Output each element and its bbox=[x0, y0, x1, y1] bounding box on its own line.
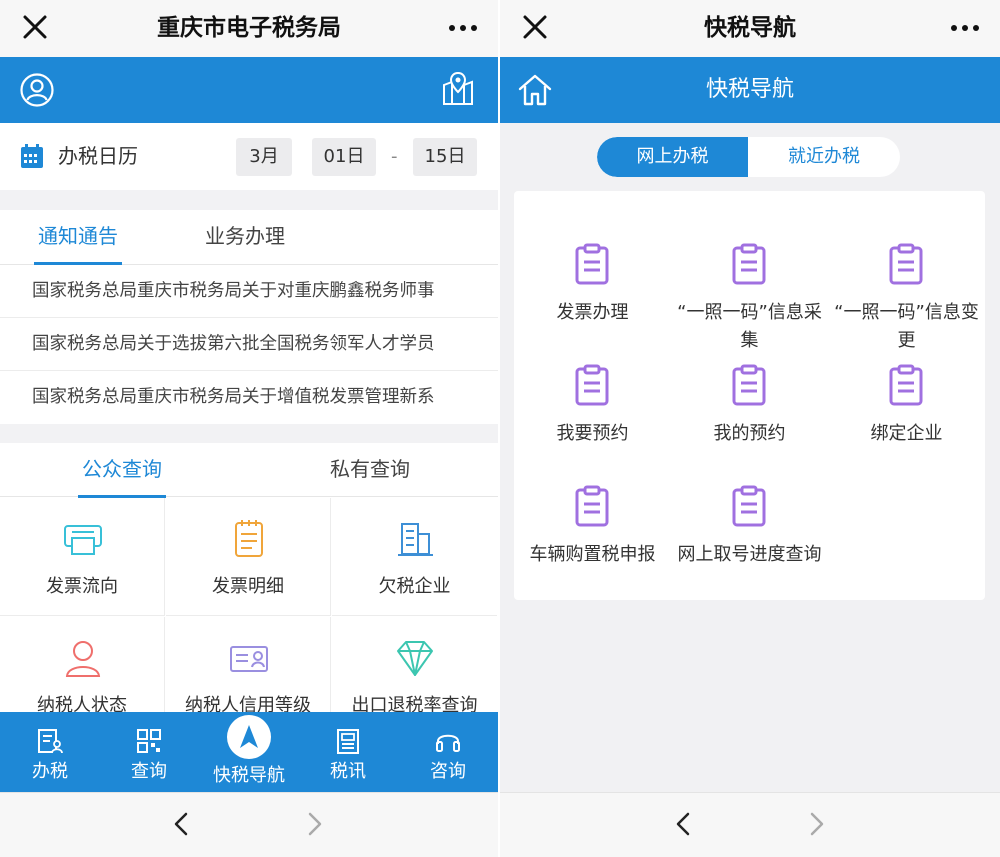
clipboard-icon bbox=[732, 364, 766, 406]
nav-item-label: 绑定企业 bbox=[870, 423, 943, 444]
nav-item-label: “一照一码”信息变更 bbox=[834, 302, 979, 351]
tab-bar-label: 办税 bbox=[32, 761, 68, 782]
nav-item-label: 网上取号进度查询 bbox=[677, 544, 822, 565]
clipboard-icon bbox=[889, 364, 923, 406]
nav-item-label: 车辆购置税申报 bbox=[529, 544, 656, 565]
query-item-tax-arrears[interactable]: 欠税企业 bbox=[332, 498, 497, 616]
id-card-icon bbox=[230, 646, 268, 672]
query-item-invoice-flow[interactable]: 发票流向 bbox=[0, 498, 165, 616]
nav-item-label: 我的预约 bbox=[713, 423, 786, 444]
window-title: 快税导航 bbox=[704, 15, 796, 41]
segmented-control: 网上办税 就近办税 bbox=[597, 137, 900, 177]
clipboard-icon bbox=[575, 364, 609, 406]
quick-nav-circle bbox=[227, 715, 271, 759]
query-card: 公众查询 私有查询 发票流向 发票明细 欠税企业 纳税人状态 纳税人信用等级 出… bbox=[0, 443, 498, 743]
tab-bar-item-quick-nav[interactable]: 快税导航 bbox=[199, 712, 299, 792]
user-icon[interactable] bbox=[19, 72, 55, 108]
calendar-label: 办税日历 bbox=[58, 144, 138, 168]
clipboard-icon bbox=[575, 243, 609, 285]
nav-item-label: 发票办理 bbox=[556, 302, 629, 323]
map-location-icon[interactable] bbox=[441, 71, 475, 107]
diamond-icon bbox=[397, 641, 433, 676]
forward-chevron-icon[interactable] bbox=[804, 811, 828, 837]
tax-calendar-row: 办税日历 3月 01日 - 15日 bbox=[0, 123, 498, 190]
month-select[interactable]: 3月 bbox=[236, 138, 292, 176]
header-title: 快税导航 bbox=[705, 77, 794, 102]
tab-bar-item-tax[interactable]: 办税 bbox=[0, 712, 100, 792]
right-screen: 快税导航 快税导航 网上办税 就近办税 发票办理 “一照一码”信息采集 “一照一… bbox=[500, 0, 1000, 857]
more-icon[interactable] bbox=[948, 14, 982, 42]
back-chevron-icon[interactable] bbox=[170, 811, 194, 837]
tab-private-query[interactable]: 私有查询 bbox=[330, 443, 410, 498]
newspaper-icon bbox=[337, 729, 359, 754]
nav-grid: 发票办理 “一照一码”信息采集 “一照一码”信息变更 我要预约 我的预约 绑定企… bbox=[514, 191, 985, 600]
back-chevron-icon[interactable] bbox=[672, 811, 696, 837]
document-person-icon bbox=[38, 729, 63, 754]
segment-nearby-tax[interactable]: 就近办税 bbox=[748, 137, 900, 177]
printer-icon bbox=[64, 525, 102, 555]
segment-online-tax[interactable]: 网上办税 bbox=[597, 137, 748, 177]
date-separator: - bbox=[391, 146, 398, 167]
nav-item-label: “一照一码”信息采集 bbox=[677, 302, 822, 351]
notice-item[interactable]: 国家税务总局重庆市税务局关于对重庆鹏鑫税务师事 bbox=[0, 265, 498, 318]
tab-bar-label: 查询 bbox=[131, 761, 167, 782]
query-label: 欠税企业 bbox=[378, 576, 451, 597]
browser-nav-bar bbox=[500, 792, 1000, 857]
calendar-icon bbox=[21, 144, 43, 168]
bottom-tab-bar: 办税 查询 快税导航 税讯 咨询 bbox=[0, 712, 498, 792]
clipboard-icon bbox=[889, 243, 923, 285]
tab-bar-label: 咨询 bbox=[430, 761, 466, 782]
browser-nav-bar bbox=[0, 792, 498, 857]
nav-item-label: 我要预约 bbox=[556, 423, 629, 444]
notice-card: 通知通告 业务办理 国家税务总局重庆市税务局关于对重庆鹏鑫税务师事 国家税务总局… bbox=[0, 210, 498, 424]
tab-bar-label: 快税导航 bbox=[213, 765, 285, 786]
title-bar: 快税导航 bbox=[500, 0, 1000, 57]
query-tabs: 公众查询 私有查询 bbox=[0, 443, 498, 498]
notice-tabs: 通知通告 业务办理 bbox=[0, 210, 498, 265]
header-band bbox=[0, 57, 498, 123]
notice-item[interactable]: 国家税务总局重庆市税务局关于增值税发票管理新系 bbox=[0, 371, 498, 424]
person-icon bbox=[65, 641, 101, 677]
qr-code-icon bbox=[137, 729, 161, 753]
clipboard-icon bbox=[575, 485, 609, 527]
tab-public-query[interactable]: 公众查询 bbox=[78, 443, 166, 498]
left-screen: 重庆市电子税务局 办税日历 3月 01日 - 15日 通知通告 业务办理 国家税… bbox=[0, 0, 498, 857]
header-band: 快税导航 bbox=[500, 57, 1000, 123]
end-day-select[interactable]: 15日 bbox=[413, 138, 477, 176]
navigation-arrow-icon bbox=[240, 725, 258, 748]
building-icon bbox=[398, 523, 433, 556]
query-label: 发票流向 bbox=[46, 576, 118, 597]
notepad-icon bbox=[235, 520, 263, 557]
query-item-invoice-detail[interactable]: 发票明细 bbox=[166, 498, 331, 616]
more-icon[interactable] bbox=[446, 14, 480, 42]
headset-icon bbox=[436, 734, 460, 752]
tab-bar-label: 税讯 bbox=[330, 761, 366, 782]
tab-bar-item-tax-news[interactable]: 税讯 bbox=[298, 712, 398, 792]
notice-item[interactable]: 国家税务总局关于选拔第六批全国税务领军人才学员 bbox=[0, 318, 498, 371]
clipboard-icon bbox=[732, 243, 766, 285]
tab-business[interactable]: 业务办理 bbox=[205, 210, 285, 265]
start-day-select[interactable]: 01日 bbox=[312, 138, 376, 176]
tab-notices[interactable]: 通知通告 bbox=[34, 210, 122, 265]
query-label: 发票明细 bbox=[212, 576, 284, 597]
tab-bar-item-query[interactable]: 查询 bbox=[99, 712, 199, 792]
tab-bar-item-consult[interactable]: 咨询 bbox=[398, 712, 498, 792]
forward-chevron-icon[interactable] bbox=[302, 811, 326, 837]
window-title: 重庆市电子税务局 bbox=[157, 15, 341, 41]
title-bar: 重庆市电子税务局 bbox=[0, 0, 498, 57]
clipboard-icon bbox=[732, 485, 766, 527]
